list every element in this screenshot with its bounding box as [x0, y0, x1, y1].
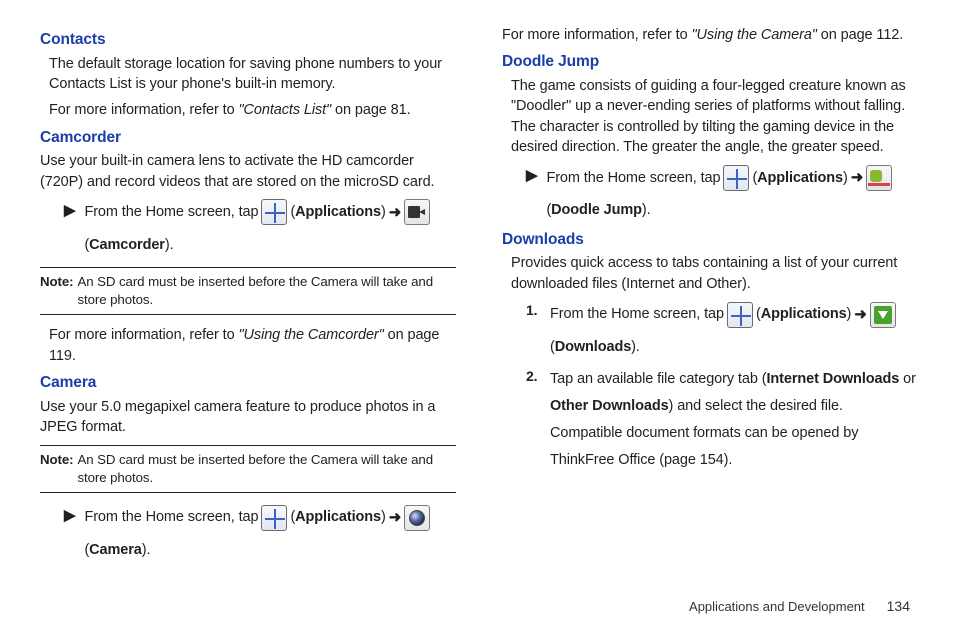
camera-note: Note: An SD card must be inserted before…	[40, 445, 456, 493]
contacts-p2b: on page 81.	[331, 102, 410, 118]
right-top-a: For more information, refer to	[502, 27, 692, 43]
camera-icon	[404, 505, 430, 531]
footer-section: Applications and Development	[689, 599, 865, 614]
doodle-step-text: From the Home screen, tap	[546, 164, 720, 192]
camcorder-step: ▶ From the Home screen, tap (Application…	[64, 198, 456, 260]
heading-camcorder: Camcorder	[40, 127, 456, 149]
camcorder-p2: For more information, refer to "Using th…	[49, 325, 456, 366]
arrow-icon: ➜	[389, 503, 401, 532]
applications-label: (Applications)	[752, 164, 847, 192]
applications-label: (Applications)	[290, 503, 385, 531]
heading-contacts: Contacts	[40, 29, 456, 51]
applications-icon	[727, 302, 753, 328]
note-text: An SD card must be inserted before the C…	[77, 273, 456, 309]
applications-icon	[261, 505, 287, 531]
camcorder-p1: Use your built-in camera lens to activat…	[40, 151, 456, 192]
left-column: Contacts The default storage location fo…	[40, 25, 456, 585]
heading-downloads: Downloads	[502, 229, 918, 251]
downloads-s2: Tap an available file category tab (Inte…	[550, 366, 918, 473]
camcorder-p2a: For more information, refer to	[49, 327, 239, 343]
footer-page-number: 134	[887, 598, 910, 614]
doodle-label: (Doodle Jump).	[546, 196, 650, 224]
applications-label: (Applications)	[756, 300, 851, 328]
right-top-b: on page 112.	[817, 27, 903, 43]
downloads-step1: 1. From the Home screen, tap (Applicatio…	[526, 300, 918, 362]
contacts-p2: For more information, refer to "Contacts…	[49, 100, 456, 120]
camera-step: ▶ From the Home screen, tap (Application…	[64, 503, 456, 565]
right-top-i: "Using the Camera"	[692, 27, 817, 43]
downloads-label: (Downloads).	[550, 333, 640, 361]
camcorder-note: Note: An SD card must be inserted before…	[40, 267, 456, 315]
contacts-ref: "Contacts List"	[239, 102, 332, 118]
arrow-icon: ➜	[854, 300, 866, 329]
camera-p1: Use your 5.0 megapixel camera feature to…	[40, 397, 456, 438]
note-text: An SD card must be inserted before the C…	[77, 451, 456, 487]
camera-step-text: From the Home screen, tap	[84, 503, 258, 531]
downloads-p1: Provides quick access to tabs containing…	[511, 253, 918, 294]
bullet-icon: ▶	[526, 165, 537, 186]
heading-doodle: Doodle Jump	[502, 51, 918, 73]
downloads-step2: 2. Tap an available file category tab (I…	[526, 366, 918, 473]
downloads-s1-text: From the Home screen, tap	[550, 300, 724, 328]
note-label: Note:	[40, 273, 73, 309]
step-number-2: 2.	[526, 367, 542, 387]
contacts-p2a: For more information, refer to	[49, 102, 239, 118]
downloads-icon	[870, 302, 896, 328]
applications-icon	[261, 199, 287, 225]
note-label: Note:	[40, 451, 73, 487]
camcorder-label: (Camcorder).	[84, 231, 173, 259]
bullet-icon: ▶	[64, 505, 75, 526]
applications-icon	[723, 165, 749, 191]
right-column: For more information, refer to "Using th…	[502, 25, 918, 585]
arrow-icon: ➜	[851, 163, 863, 192]
camera-label: (Camera).	[84, 536, 150, 564]
bullet-icon: ▶	[64, 200, 75, 221]
step-number-1: 1.	[526, 301, 542, 321]
camcorder-ref: "Using the Camcorder"	[239, 327, 384, 343]
doodle-step: ▶ From the Home screen, tap (Application…	[526, 163, 918, 225]
doodle-icon	[866, 165, 892, 191]
contacts-p1: The default storage location for saving …	[49, 54, 456, 95]
arrow-icon: ➜	[389, 198, 401, 227]
page-footer: Applications and Development 134	[689, 598, 910, 614]
heading-camera: Camera	[40, 372, 456, 394]
right-top-ref: For more information, refer to "Using th…	[502, 25, 918, 45]
camcorder-step-text: From the Home screen, tap	[84, 198, 258, 226]
camcorder-icon	[404, 199, 430, 225]
doodle-p1: The game consists of guiding a four-legg…	[511, 76, 918, 157]
applications-label: (Applications)	[290, 198, 385, 226]
